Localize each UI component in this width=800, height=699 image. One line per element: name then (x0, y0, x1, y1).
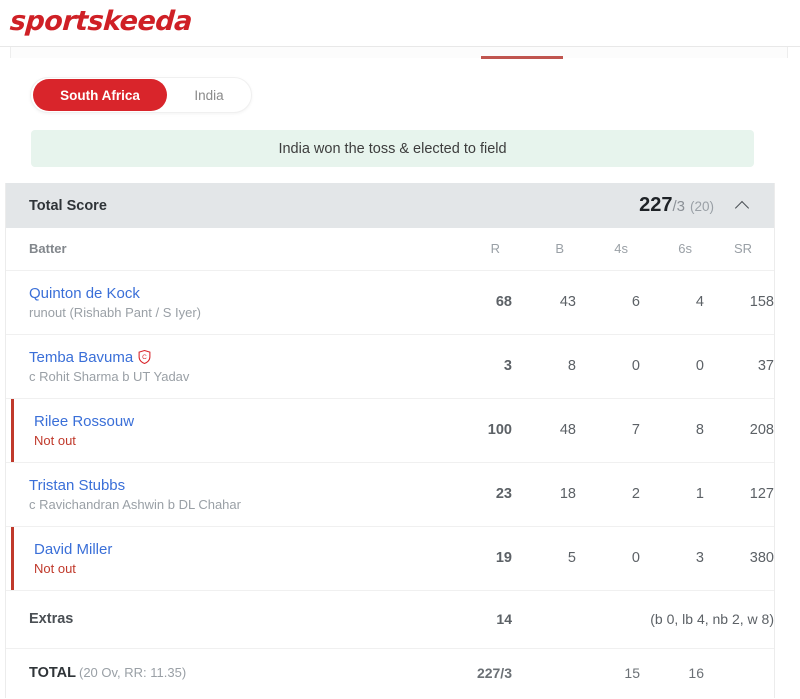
dismissal-text: c Rohit Sharma b UT Yadav (29, 368, 190, 384)
chevron-up-icon[interactable] (736, 198, 752, 214)
batter-cell: David Miller Not out (6, 526, 448, 591)
batter-name-link[interactable]: Rilee Rossouw (34, 413, 134, 430)
table-row: Rilee Rossouw Not out 100 48 7 8 208 (6, 398, 774, 463)
total-score-wickets: /3 (672, 198, 685, 215)
column-header-strike-rate: SR (704, 228, 774, 271)
column-header-balls: B (512, 228, 576, 271)
not-out-indicator (11, 398, 14, 462)
column-header-sixes: 6s (640, 228, 704, 271)
active-tab-indicator (481, 56, 563, 59)
batter-runs: 19 (448, 526, 512, 591)
total-sub-text: (20 Ov, RR: 11.35) (78, 665, 187, 681)
total-score-label: Total Score (29, 197, 107, 214)
batter-fours: 6 (576, 270, 640, 335)
extras-value: 14 (448, 590, 512, 649)
column-header-runs: R (448, 228, 512, 271)
total-sr-empty (704, 648, 774, 698)
batter-sixes: 4 (640, 270, 704, 335)
table-row: David Miller Not out 19 5 0 3 380 (6, 526, 774, 591)
batter-strike-rate: 37 (704, 334, 774, 399)
batting-scorecard-table: Batter R B 4s 6s SR Quinton de Kock runou… (6, 228, 774, 698)
batter-cell: Quinton de Kock runout (Rishabh Pant / S … (6, 270, 448, 335)
batter-sixes: 3 (640, 526, 704, 591)
batter-sixes: 8 (640, 398, 704, 463)
total-score-value: 227 /3 (20) (639, 194, 714, 217)
batter-name-link[interactable]: Temba Bavuma (29, 349, 133, 366)
toss-message: India won the toss & elected to field (278, 140, 507, 157)
dismissal-text: c Ravichandran Ashwin b DL Chahar (29, 496, 241, 512)
batter-balls: 48 (512, 398, 576, 463)
table-row: Tristan Stubbs c Ravichandran Ashwin b DL… (6, 462, 774, 527)
batter-runs: 3 (448, 334, 512, 399)
batter-name-link[interactable]: David Miller (34, 541, 112, 558)
toss-banner: India won the toss & elected to field (31, 130, 754, 167)
content-tab-strip (10, 47, 788, 58)
batter-balls: 43 (512, 270, 576, 335)
total-sixes: 16 (688, 665, 704, 682)
total-score-runs: 227 (639, 194, 673, 216)
team-tab-india[interactable]: India (167, 79, 251, 111)
total-value: 227/3 (476, 665, 512, 682)
scorecard-card: Total Score 227 /3 (20) Batter R B 4s 6s… (5, 183, 775, 698)
team-toggle-group: South Africa India (30, 77, 252, 113)
batter-name-link[interactable]: Tristan Stubbs (29, 477, 125, 494)
svg-text:C: C (142, 354, 147, 361)
batter-sixes: 0 (640, 334, 704, 399)
batter-balls: 18 (512, 462, 576, 527)
dismissal-text: Not out (34, 432, 76, 448)
captain-icon: C (138, 349, 151, 364)
table-header-row: Batter R B 4s 6s SR (6, 228, 774, 271)
batter-strike-rate: 158 (704, 270, 774, 335)
site-header: sportskeeda (0, 0, 800, 47)
sportskeeda-logo[interactable]: sportskeeda (9, 6, 193, 37)
batter-strike-rate: 127 (704, 462, 774, 527)
batter-fours: 0 (576, 334, 640, 399)
batter-cell: Rilee Rossouw Not out (6, 398, 448, 463)
not-out-indicator (11, 526, 14, 590)
column-header-fours: 4s (576, 228, 640, 271)
total-fours: 15 (624, 665, 640, 682)
total-balls-empty (512, 648, 576, 698)
team-tab-south-africa[interactable]: South Africa (33, 79, 167, 111)
extras-breakdown: (b 0, lb 4, nb 2, w 8) (512, 590, 774, 649)
batting-rows: Quinton de Kock runout (Rishabh Pant / S … (6, 270, 774, 591)
batter-balls: 5 (512, 526, 576, 591)
batter-cell: Tristan Stubbs c Ravichandran Ashwin b DL… (6, 462, 448, 527)
total-score-overs: (20) (689, 199, 714, 214)
batter-fours: 2 (576, 462, 640, 527)
batter-fours: 0 (576, 526, 640, 591)
total-score-header[interactable]: Total Score 227 /3 (20) (6, 183, 774, 228)
batter-name-link[interactable]: Quinton de Kock (29, 285, 140, 302)
extras-row: Extras 14 (b 0, lb 4, nb 2, w 8) (6, 590, 774, 649)
batter-cell: Temba Bavuma Cc Rohit Sharma b UT Yadav (6, 334, 448, 399)
total-label-text: TOTAL (29, 665, 76, 682)
batter-balls: 8 (512, 334, 576, 399)
dismissal-text: runout (Rishabh Pant / S Iyer) (29, 304, 201, 320)
table-row: Temba Bavuma Cc Rohit Sharma b UT Yadav 3 8… (6, 334, 774, 399)
extras-label: Extras (6, 590, 448, 649)
column-header-batter: Batter (6, 228, 448, 271)
dismissal-text: Not out (34, 560, 76, 576)
batter-strike-rate: 208 (704, 398, 774, 463)
batter-runs: 100 (448, 398, 512, 463)
batter-runs: 23 (448, 462, 512, 527)
batter-strike-rate: 380 (704, 526, 774, 591)
batter-runs: 68 (448, 270, 512, 335)
table-row: Quinton de Kock runout (Rishabh Pant / S … (6, 270, 774, 335)
batter-sixes: 1 (640, 462, 704, 527)
total-label: TOTAL (20 Ov, RR: 11.35) (6, 648, 448, 698)
batter-fours: 7 (576, 398, 640, 463)
total-row: TOTAL (20 Ov, RR: 11.35) 227/3 15 16 (6, 648, 774, 698)
